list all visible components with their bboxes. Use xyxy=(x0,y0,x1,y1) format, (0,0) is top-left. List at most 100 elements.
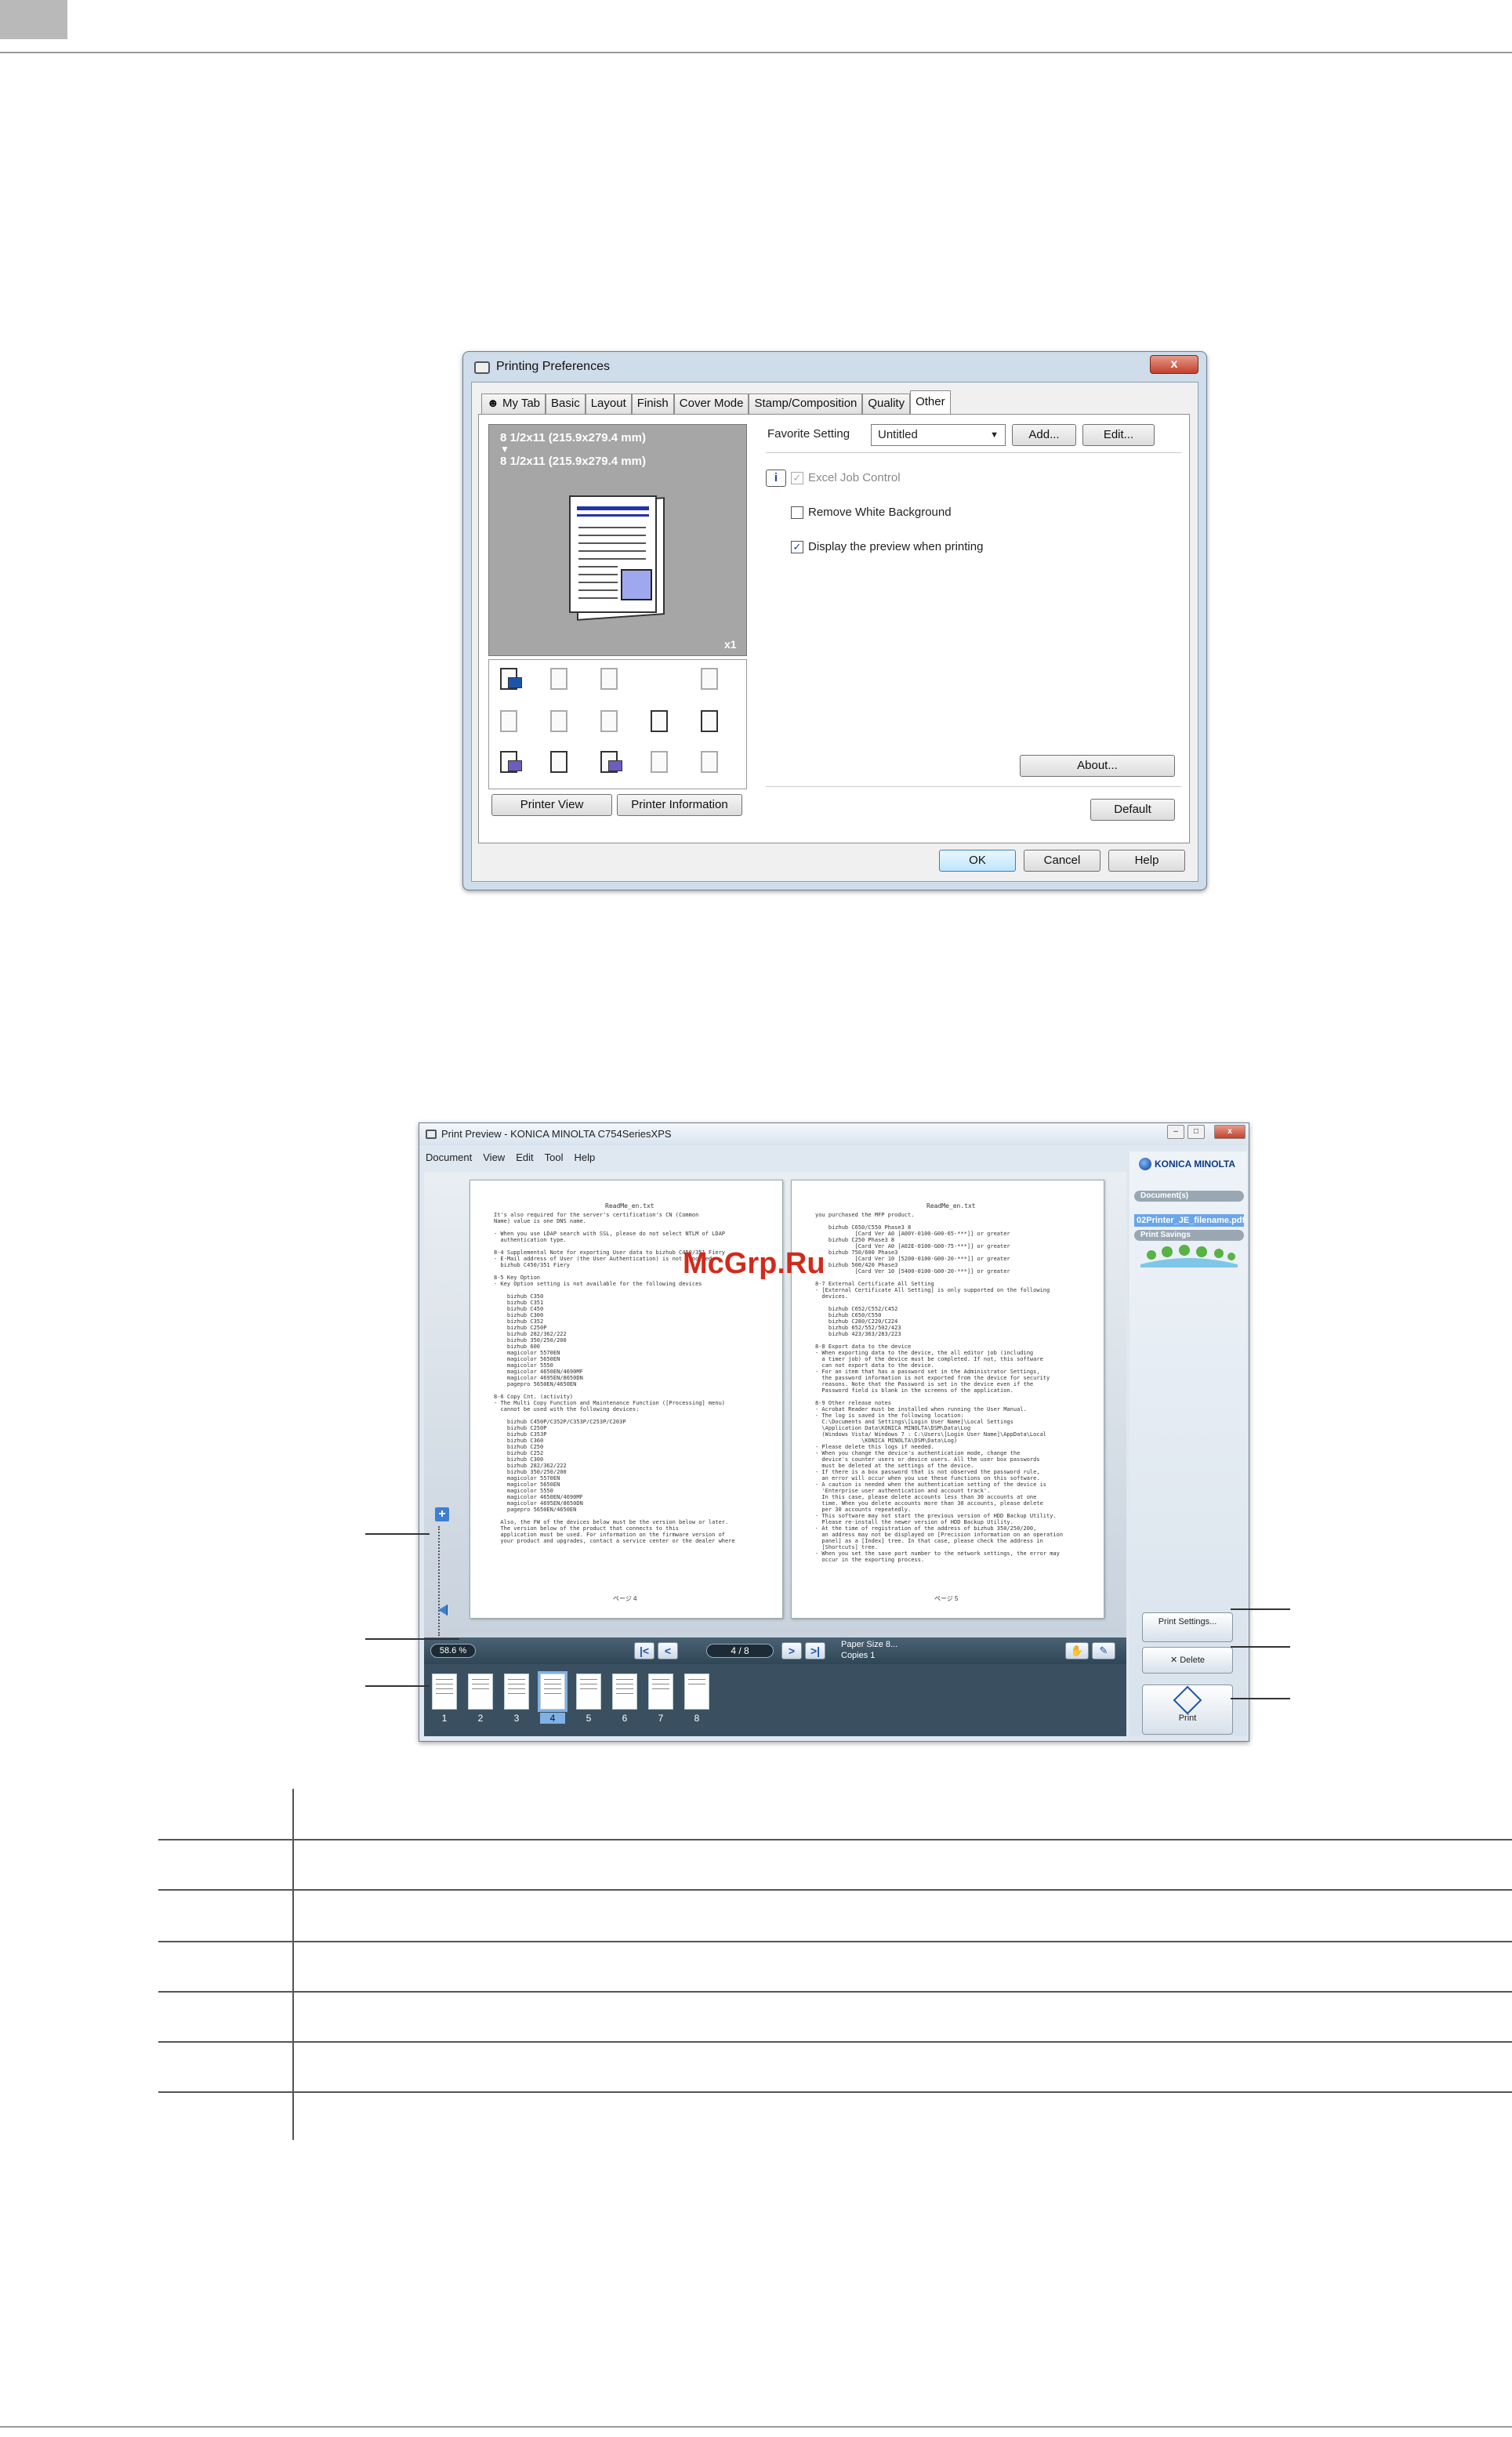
thumbnail-number: 8 xyxy=(694,1713,700,1724)
favorite-setting-select[interactable]: Untitled ▼ xyxy=(871,424,1006,446)
globe-icon xyxy=(1139,1158,1151,1170)
display-preview-checkbox[interactable]: ✓ xyxy=(791,540,803,553)
thumbnail-number: 4 xyxy=(540,1713,565,1724)
dialog-titlebar[interactable]: Printing Preferences x xyxy=(463,352,1206,380)
thumbnail-page[interactable] xyxy=(468,1674,493,1710)
excel-job-control-option: ✓ Excel Job Control xyxy=(791,471,901,484)
ok-button[interactable]: OK xyxy=(939,850,1016,872)
callout-leader-status xyxy=(365,1638,459,1640)
overlay-icon xyxy=(644,707,676,735)
paper-size-output: 8 1/2x11 (215.9x279.4 mm) xyxy=(500,455,646,468)
thumbnail-page[interactable] xyxy=(432,1674,457,1710)
printer-information-button[interactable]: Printer Information xyxy=(617,794,742,816)
stamp-text-icon xyxy=(594,707,625,735)
chevron-down-icon: ▼ xyxy=(990,430,999,440)
divider xyxy=(766,452,1181,453)
table-column-divider xyxy=(292,1789,294,2140)
account-track-icon xyxy=(494,748,525,776)
thumbnail-page[interactable] xyxy=(612,1674,637,1710)
callout-leader-print xyxy=(1231,1698,1290,1699)
callout-leader-thumbnails xyxy=(365,1685,430,1687)
menu-edit[interactable]: Edit xyxy=(516,1151,533,1169)
menu-document[interactable]: Document xyxy=(426,1151,472,1169)
zoom-rail[interactable] xyxy=(438,1526,446,1636)
delete-button[interactable]: ✕ Delete xyxy=(1142,1647,1233,1674)
preview-titlebar[interactable]: Print Preview - KONICA MINOLTA C754Serie… xyxy=(419,1123,1249,1145)
divider xyxy=(766,786,1181,787)
page-icon xyxy=(544,665,575,693)
edit-favorite-button[interactable]: Edit... xyxy=(1082,424,1155,446)
preview-side-panel: KONICA MINOLTA Document(s) 02Printer_JE_… xyxy=(1129,1151,1247,1736)
print-settings-button[interactable]: Print Settings... xyxy=(1142,1612,1233,1642)
paper-size-status: Paper Size 8... xyxy=(841,1640,898,1649)
cancel-button[interactable]: Cancel xyxy=(1024,850,1100,872)
help-button[interactable]: Help xyxy=(1108,850,1185,872)
paper-preview: 8 1/2x11 (215.9x279.4 mm) ▼ 8 1/2x11 (21… xyxy=(488,424,747,656)
preview-status-bar: 58.6 % |< < 4 / 8 > >| Paper Size 8... C… xyxy=(424,1637,1126,1664)
default-button[interactable]: Default xyxy=(1090,799,1175,821)
thumbnail-page[interactable] xyxy=(576,1674,601,1710)
minimize-button[interactable]: – xyxy=(1167,1125,1184,1139)
function-icon-grid xyxy=(488,659,747,789)
zoom-slider[interactable]: + – xyxy=(435,1507,449,1656)
tab-stamp-composition[interactable]: Stamp/Composition xyxy=(749,393,863,414)
zoom-readout[interactable]: 58.6 % xyxy=(430,1644,476,1658)
last-page-button[interactable]: >| xyxy=(805,1642,825,1659)
page-header: ReadMe_en.txt xyxy=(605,1202,654,1209)
tab-cover-mode[interactable]: Cover Mode xyxy=(673,393,749,414)
page-body-text: you purchased the MFP product. bizhub C6… xyxy=(815,1212,1064,1563)
dialog-title: Printing Preferences xyxy=(496,360,610,373)
pen-icon[interactable]: ✎ xyxy=(1092,1642,1115,1659)
table-row-divider xyxy=(158,2041,1512,2043)
preview-canvas[interactable]: ReadMe_en.txt It's also required for the… xyxy=(424,1172,1126,1653)
page-indicator[interactable]: 4 / 8 xyxy=(706,1644,774,1658)
add-favorite-button[interactable]: Add... xyxy=(1012,424,1076,446)
thumbnail-page[interactable] xyxy=(504,1674,529,1710)
remove-white-background-checkbox[interactable] xyxy=(791,506,803,519)
document-list-item[interactable]: 02Printer_JE_filename.pdf xyxy=(1134,1214,1244,1227)
display-preview-option[interactable]: ✓ Display the preview when printing xyxy=(791,540,983,553)
about-button[interactable]: About... xyxy=(1020,755,1175,777)
preview-page-right: ReadMe_en.txt you purchased the MFP prod… xyxy=(791,1180,1104,1619)
thumbnail-page[interactable] xyxy=(648,1674,673,1710)
table-row-divider xyxy=(158,1839,1512,1840)
previous-page-button[interactable]: < xyxy=(658,1642,678,1659)
tab-basic[interactable]: Basic xyxy=(546,393,586,414)
sheet-front xyxy=(569,495,657,613)
tab-other[interactable]: Other xyxy=(910,390,951,414)
settings-page-icon xyxy=(644,748,676,776)
tab-finish[interactable]: Finish xyxy=(631,393,674,414)
thumbnail-number: 2 xyxy=(477,1713,484,1724)
menu-view[interactable]: View xyxy=(483,1151,505,1169)
thumbnail-page-selected[interactable] xyxy=(538,1671,567,1712)
remove-white-background-label: Remove White Background xyxy=(808,506,952,519)
close-button[interactable]: x xyxy=(1150,355,1198,374)
hand-icon[interactable]: ✋ xyxy=(1065,1642,1089,1659)
bottom-rule xyxy=(0,2426,1512,2428)
printer-icon xyxy=(426,1130,437,1139)
first-page-button[interactable]: |< xyxy=(634,1642,654,1659)
thumbnail-number: 6 xyxy=(622,1713,628,1724)
tab-quality[interactable]: Quality xyxy=(862,393,911,414)
print-button[interactable]: Print xyxy=(1142,1685,1233,1735)
maximize-button[interactable]: □ xyxy=(1187,1125,1205,1139)
table-row-divider xyxy=(158,1889,1512,1891)
page-footer: ページ 4 xyxy=(613,1595,637,1602)
remove-white-background-option[interactable]: Remove White Background xyxy=(791,506,952,519)
menu-tool[interactable]: Tool xyxy=(545,1151,564,1169)
tab-my-tab[interactable]: ☻ My Tab xyxy=(481,393,546,414)
group-icon xyxy=(594,748,625,776)
table-row-divider xyxy=(158,1991,1512,1993)
printer-view-button[interactable]: Printer View xyxy=(491,794,612,816)
delete-icon: ✕ xyxy=(1169,1655,1180,1665)
paper-size-original: 8 1/2x11 (215.9x279.4 mm) xyxy=(500,431,646,444)
zoom-in-button[interactable]: + xyxy=(435,1507,449,1521)
preview-page-left: ReadMe_en.txt It's also required for the… xyxy=(470,1180,783,1619)
tab-layout[interactable]: Layout xyxy=(585,393,632,414)
thumbnail-page[interactable] xyxy=(684,1674,709,1710)
dialog-body: ☻ My Tab Basic Layout Finish Cover Mode … xyxy=(471,382,1198,882)
next-page-button[interactable]: > xyxy=(781,1642,802,1659)
close-button[interactable]: x xyxy=(1214,1125,1245,1139)
menu-help[interactable]: Help xyxy=(574,1151,595,1169)
info-icon[interactable]: i xyxy=(766,470,786,487)
